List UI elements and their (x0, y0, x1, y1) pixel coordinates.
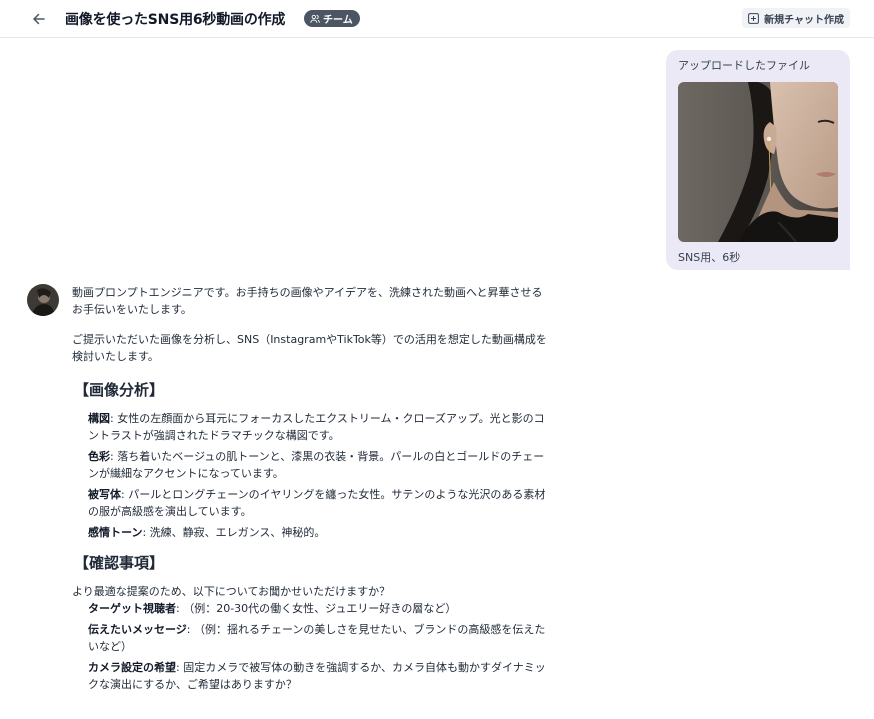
list-item: カメラ設定の希望: 固定カメラで被写体の動きを強調するか、カメラ自体も動かすダイ… (88, 659, 552, 693)
page-title: 画像を使ったSNS用6秒動画の作成 (65, 12, 286, 28)
back-button[interactable] (28, 8, 50, 30)
item-label: 感情トーン (88, 526, 143, 539)
assistant-avatar (27, 284, 59, 316)
item-text: : パールとロングチェーンのイヤリングを纏った女性。サテンのような光沢のある素材… (88, 488, 546, 518)
uploaded-image[interactable] (678, 82, 838, 242)
item-label: 色彩 (88, 450, 110, 463)
new-chat-label: 新規チャット作成 (764, 14, 844, 26)
list-item: 構図: 女性の左顔面から耳元にフォーカスしたエクストリーム・クローズアップ。光と… (88, 410, 552, 444)
item-label: カメラ設定の希望 (88, 661, 176, 674)
assistant-paragraph: 動画プロンプトエンジニアです。お手持ちの画像やアイデアを、洗練された動画へと昇華… (72, 286, 543, 316)
header-bar: 画像を使ったSNS用6秒動画の作成 チーム 新規チャット作成 (0, 0, 874, 38)
section-heading: 【確認事項】 (74, 554, 165, 572)
item-label: ターゲット視聴者 (88, 602, 176, 615)
user-message-bubble: アップロードしたファイル SNS用、6秒 (666, 50, 850, 270)
item-text: : 洗練、静寂、エレガンス、神秘的。 (142, 526, 326, 539)
plus-square-icon (748, 12, 759, 24)
new-chat-button[interactable]: 新規チャット作成 (742, 8, 850, 28)
item-text: : 女性の左顔面から耳元にフォーカスしたエクストリーム・クローズアップ。光と影の… (88, 412, 545, 442)
users-icon (310, 14, 320, 23)
assistant-paragraph: ご提示いただいた画像を分析し、SNS（InstagramやTikTok等）での活… (72, 333, 547, 363)
list-item: ターゲット視聴者: （例：20-30代の働く女性、ジュエリー好きの層など） (88, 600, 552, 617)
list-item: 色彩: 落ち着いたベージュの肌トーンと、漆黒の衣装・背景。パールの白とゴールドの… (88, 448, 552, 482)
arrow-left-icon (33, 13, 45, 25)
item-text: : （例：20-30代の働く女性、ジュエリー好きの層など） (176, 602, 457, 615)
item-text: : 落ち着いたベージュの肌トーンと、漆黒の衣装・背景。パールの白とゴールドのチェ… (88, 450, 545, 480)
team-badge-label: チーム (323, 15, 353, 26)
assistant-message: 動画プロンプトエンジニアです。お手持ちの画像やアイデアを、洗練された動画へと昇華… (72, 284, 552, 697)
list-item: 被写体: パールとロングチェーンのイヤリングを纏った女性。サテンのような光沢のあ… (88, 486, 552, 520)
item-label: 被写体 (88, 488, 121, 501)
user-message-text: SNS用、6秒 (678, 251, 741, 264)
uploaded-file-label: アップロードしたファイル (678, 59, 810, 72)
section-heading: 【画像分析】 (74, 381, 165, 399)
portrait-photo (678, 82, 838, 242)
team-badge: チーム (304, 10, 360, 27)
section-intro: より最適な提案のため、以下についてお聞かせいただけますか？ (72, 585, 391, 598)
list-item: 感情トーン: 洗練、静寂、エレガンス、神秘的。 (88, 524, 552, 541)
item-label: 構図 (88, 412, 110, 425)
list-item: 伝えたいメッセージ: （例：揺れるチェーンの美しさを見せたい、ブランドの高級感を… (88, 621, 552, 655)
item-label: 伝えたいメッセージ (88, 623, 187, 636)
